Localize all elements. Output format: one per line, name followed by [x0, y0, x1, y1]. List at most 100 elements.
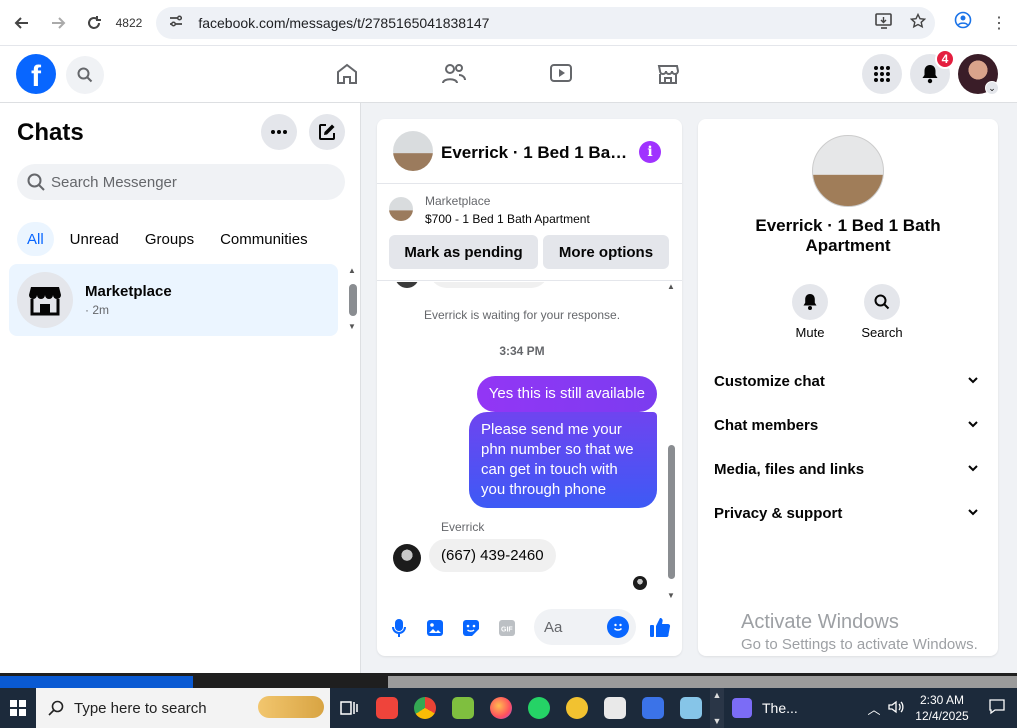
notes-app-icon[interactable]	[672, 688, 710, 728]
more-dots-icon	[271, 130, 287, 134]
scroll-down-icon[interactable]: ▼	[667, 591, 675, 600]
chat-list-scrollbar[interactable]: ▲ ▼	[346, 266, 360, 334]
chats-sidebar: Chats Search Messenger All Unread Groups…	[0, 103, 361, 673]
install-app-icon[interactable]	[867, 12, 901, 33]
seen-avatar	[633, 576, 647, 590]
windows-start-icon[interactable]	[0, 688, 36, 728]
bell-icon	[792, 284, 828, 320]
chat-filters: All Unread Groups Communities	[17, 222, 324, 256]
photo-icon[interactable]	[424, 617, 446, 639]
message-bubble-outgoing[interactable]: Please send me your phn number so that w…	[469, 412, 657, 508]
home-icon[interactable]	[333, 60, 361, 88]
info-icon[interactable]: i	[639, 141, 661, 163]
facebook-logo[interactable]: f	[16, 54, 56, 94]
scroll-thumb[interactable]	[388, 676, 1017, 688]
thread-scrollbar[interactable]: ▲ ▼	[666, 282, 678, 600]
account-chevron-icon[interactable]: ⌄	[985, 81, 999, 95]
watermark-subtitle: Go to Settings to activate Windows.	[741, 636, 978, 653]
activate-windows-watermark: Activate Windows Go to Settings to activ…	[741, 611, 978, 653]
clock-time: 2:30 AM	[919, 693, 965, 707]
section-chat-members[interactable]: Chat members	[714, 407, 982, 443]
messenger-search-input[interactable]: Search Messenger	[17, 164, 345, 200]
volume-icon[interactable]	[885, 700, 907, 717]
listing-title[interactable]: $700 - 1 Bed 1 Bath Apartment	[425, 212, 590, 226]
notepad-app-icon[interactable]	[444, 688, 482, 728]
conversation-title[interactable]: Everrick · 1 Bed 1 Bath Apartment	[441, 143, 631, 163]
video-icon[interactable]	[547, 60, 575, 88]
clock-date: 12/4/2025	[915, 709, 969, 723]
marketplace-icon[interactable]	[654, 60, 682, 88]
mark-as-pending-button[interactable]: Mark as pending	[389, 235, 538, 269]
message-bubble-outgoing[interactable]: Yes this is still available	[476, 376, 657, 412]
firefox-app-icon[interactable]	[482, 688, 520, 728]
message-input[interactable]: Aa	[534, 609, 636, 645]
reload-icon[interactable]	[80, 9, 108, 37]
chat-info-panel: Everrick · 1 Bed 1 Bath Apartment Mute S…	[698, 119, 998, 656]
scroll-thumb[interactable]	[668, 445, 675, 579]
tray-overflow-icon[interactable]: ︿	[863, 699, 885, 718]
chevron-up-icon[interactable]: ▲	[713, 690, 722, 700]
tab-count[interactable]: 4822	[116, 16, 143, 30]
facebook-header: f 4 ⌄	[0, 46, 1017, 103]
section-media-files-links[interactable]: Media, files and links	[714, 451, 982, 487]
task-view-icon[interactable]	[330, 688, 368, 728]
listing-thumbnail[interactable]	[389, 197, 413, 221]
section-customize-chat[interactable]: Customize chat	[714, 363, 982, 399]
microphone-icon[interactable]	[388, 617, 410, 639]
url-text[interactable]: facebook.com/messages/t/2785165041838147	[198, 15, 867, 31]
anydesk-app-icon[interactable]	[368, 688, 406, 728]
scroll-up-icon[interactable]: ▲	[667, 282, 675, 291]
forward-icon[interactable]	[44, 9, 72, 37]
sender-avatar[interactable]	[393, 544, 421, 572]
taskbar-search-input[interactable]: Type here to search	[36, 688, 330, 728]
mute-button[interactable]: Mute	[780, 284, 840, 340]
like-thumbs-up-icon[interactable]	[648, 615, 672, 639]
new-message-button[interactable]	[309, 114, 345, 150]
profile-icon[interactable]	[945, 11, 981, 34]
filter-all[interactable]: All	[17, 222, 54, 256]
taskbar-scroll[interactable]: ▲ ▼	[710, 688, 724, 728]
chat-options-button[interactable]	[261, 114, 297, 150]
filter-groups[interactable]: Groups	[135, 222, 204, 256]
emoji-icon[interactable]	[607, 616, 629, 638]
conversation-avatar[interactable]	[393, 131, 433, 171]
chat-info-avatar[interactable]	[812, 135, 884, 207]
back-icon[interactable]	[8, 9, 36, 37]
notification-center-icon[interactable]	[977, 698, 1017, 718]
browser-menu-icon[interactable]: ⋮	[981, 13, 1017, 33]
search-label: Search	[861, 325, 903, 340]
chat-item-marketplace[interactable]: Marketplace · 2m	[9, 264, 338, 336]
chevron-down-icon[interactable]: ▼	[713, 716, 722, 726]
more-options-button[interactable]: More options	[543, 235, 669, 269]
paint-app-icon[interactable]	[596, 688, 634, 728]
whatsapp-app-icon[interactable]	[520, 688, 558, 728]
scroll-down-icon[interactable]: ▼	[348, 322, 356, 331]
xampp-app-icon[interactable]	[558, 688, 596, 728]
chat-name: Marketplace	[85, 283, 172, 300]
filter-unread[interactable]: Unread	[60, 222, 129, 256]
friends-icon[interactable]	[440, 60, 468, 88]
brave-app-icon[interactable]	[634, 688, 672, 728]
marketplace-listing-card: Marketplace $700 - 1 Bed 1 Bath Apartmen…	[377, 185, 682, 281]
sticker-icon[interactable]	[460, 617, 482, 639]
bookmark-star-icon[interactable]	[901, 12, 935, 33]
menu-grid-icon[interactable]	[862, 54, 902, 94]
chrome-app-icon[interactable]	[406, 688, 444, 728]
scroll-up-icon[interactable]: ▲	[348, 266, 356, 275]
filter-communities[interactable]: Communities	[210, 222, 318, 256]
section-privacy-support[interactable]: Privacy & support	[714, 495, 982, 531]
taskbar-clock[interactable]: 2:30 AM 12/4/2025	[907, 692, 977, 724]
gif-icon[interactable]: GIF	[496, 617, 518, 639]
message-bubble-incoming[interactable]: (667) 439-2460	[429, 539, 556, 572]
search-in-chat-button[interactable]: Search	[852, 284, 912, 340]
facebook-search-icon[interactable]	[66, 56, 104, 94]
site-settings-icon[interactable]	[168, 13, 190, 32]
scroll-thumb[interactable]	[349, 284, 357, 316]
marketplace-label: Marketplace	[425, 194, 491, 208]
address-bar[interactable]: facebook.com/messages/t/2785165041838147	[156, 6, 935, 39]
horizontal-scrollbar[interactable]	[0, 673, 1017, 688]
section-label: Customize chat	[714, 372, 825, 390]
chevron-down-icon	[968, 375, 978, 387]
chevron-down-icon	[968, 463, 978, 475]
taskbar-running-app[interactable]: The...	[724, 688, 806, 728]
